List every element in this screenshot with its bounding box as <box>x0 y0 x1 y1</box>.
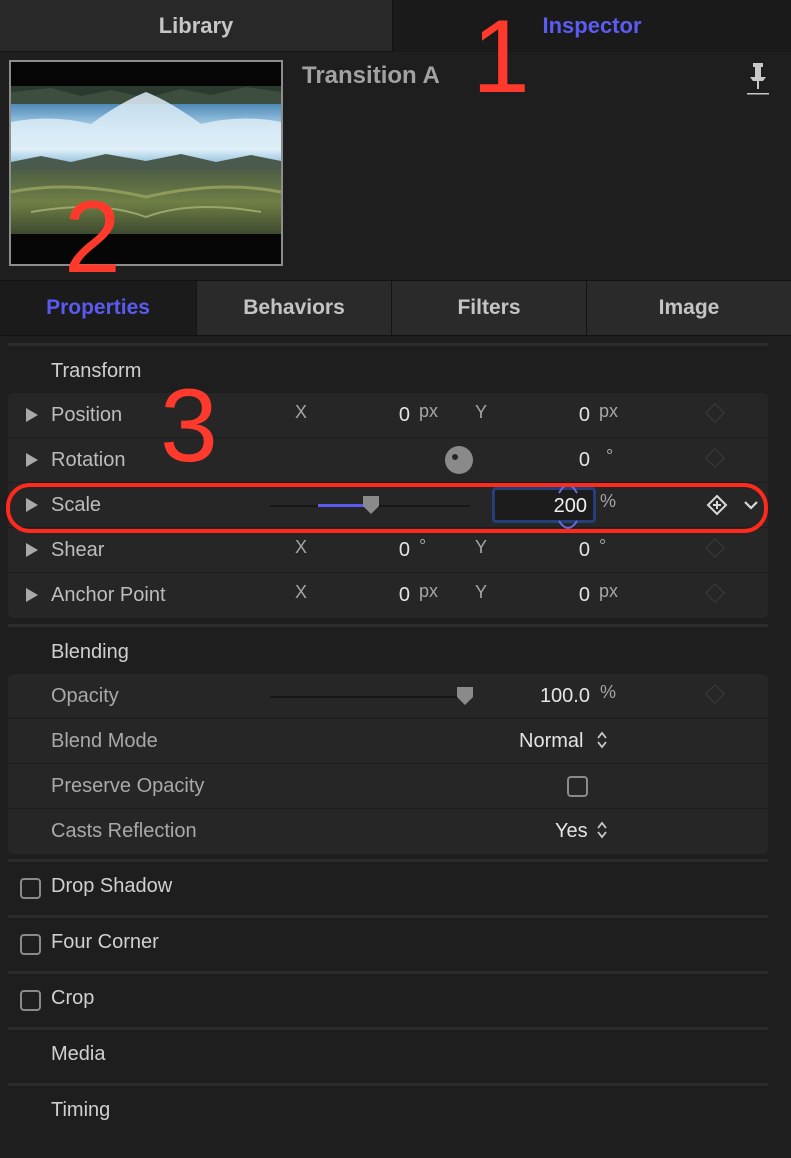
anchor-point-row: Anchor Point X 0 px Y 0 px <box>8 573 768 618</box>
opacity-unit: % <box>600 682 617 702</box>
keyframe-icon[interactable] <box>705 583 725 603</box>
preview-thumbnail <box>9 60 283 266</box>
blend-mode-select[interactable]: Normal <box>519 730 583 753</box>
annotation-number-2: 2 <box>64 180 121 294</box>
keyframe-icon[interactable] <box>705 403 725 423</box>
blend-mode-row: Blend Mode Normal <box>8 719 768 764</box>
disclosure-triangle-icon[interactable] <box>26 453 38 467</box>
top-tab-bar: Library Inspector <box>0 0 791 52</box>
preserve-opacity-label: Preserve Opacity <box>51 775 205 797</box>
position-x-label: X <box>295 402 308 422</box>
keyframe-icon[interactable] <box>705 538 725 558</box>
annotation-number-1: 1 <box>472 0 530 115</box>
drop-shadow-checkbox[interactable] <box>20 878 41 899</box>
shear-y-unit: ° <box>599 536 607 556</box>
anchor-y-unit: px <box>599 581 619 601</box>
scale-highlight-annotation <box>6 483 768 533</box>
shear-label: Shear <box>51 539 105 561</box>
opacity-slider[interactable] <box>270 696 470 698</box>
rotation-dial-icon[interactable] <box>444 445 474 475</box>
section-divider <box>8 343 768 346</box>
casts-reflection-row: Casts Reflection Yes <box>8 809 768 854</box>
shear-row: Shear X 0 ° Y 0 ° <box>8 528 768 573</box>
tab-behaviors[interactable]: Behaviors <box>196 281 391 335</box>
keyframe-icon[interactable] <box>705 684 725 704</box>
keyframe-icon[interactable] <box>705 448 725 468</box>
media-label: Media <box>51 1043 106 1065</box>
position-y-unit: px <box>599 401 619 421</box>
pin-icon[interactable] <box>747 61 769 95</box>
anchor-x-value[interactable]: 0 <box>330 584 410 607</box>
up-down-chevron-icon[interactable] <box>596 820 608 840</box>
anchor-point-label: Anchor Point <box>51 584 166 606</box>
disclosure-triangle-icon[interactable] <box>26 408 38 422</box>
four-corner-label: Four Corner <box>51 931 159 953</box>
shear-x-unit: ° <box>419 536 427 556</box>
blending-rows: Opacity 100.0 % Blend Mode Normal Preser… <box>8 674 768 854</box>
blend-mode-label: Blend Mode <box>51 730 158 752</box>
tab-inspector[interactable]: Inspector <box>392 0 791 52</box>
rotation-unit: ° <box>606 446 614 466</box>
position-y-value[interactable]: 0 <box>510 404 590 427</box>
crop-section[interactable]: Crop <box>0 974 791 1027</box>
shear-y-label: Y <box>475 537 488 557</box>
anchor-y-value[interactable]: 0 <box>510 584 590 607</box>
anchor-x-label: X <box>295 582 308 602</box>
rotation-value[interactable]: 0 <box>510 449 590 472</box>
crop-label: Crop <box>51 987 95 1009</box>
shear-y-value[interactable]: 0 <box>510 539 590 562</box>
timing-section[interactable]: Timing <box>0 1086 791 1139</box>
crop-checkbox[interactable] <box>20 990 41 1011</box>
drop-shadow-label: Drop Shadow <box>51 875 173 897</box>
position-label: Position <box>51 404 123 426</box>
opacity-value[interactable]: 100.0 <box>510 685 590 708</box>
four-corner-checkbox[interactable] <box>20 934 41 955</box>
disclosure-triangle-icon[interactable] <box>26 588 38 602</box>
tab-library[interactable]: Library <box>0 0 392 52</box>
position-y-label: Y <box>475 402 488 422</box>
shear-x-label: X <box>295 537 308 557</box>
rotation-label: Rotation <box>51 449 126 471</box>
preserve-opacity-checkbox[interactable] <box>567 776 588 797</box>
clip-title: Transition A <box>302 62 440 89</box>
tab-filters[interactable]: Filters <box>391 281 586 335</box>
up-down-chevron-icon[interactable] <box>596 730 608 750</box>
preserve-opacity-row: Preserve Opacity <box>8 764 768 809</box>
shear-x-value[interactable]: 0 <box>330 539 410 562</box>
casts-reflection-select[interactable]: Yes <box>555 820 588 843</box>
opacity-row: Opacity 100.0 % <box>8 674 768 719</box>
drop-shadow-section[interactable]: Drop Shadow <box>0 862 791 915</box>
position-row: Position X 0 px Y 0 px <box>8 393 768 438</box>
anchor-y-label: Y <box>475 582 488 602</box>
four-corner-section[interactable]: Four Corner <box>0 918 791 971</box>
tab-image[interactable]: Image <box>586 281 791 335</box>
opacity-slider-thumb[interactable] <box>456 686 474 706</box>
position-x-unit: px <box>419 401 439 421</box>
position-x-value[interactable]: 0 <box>330 404 410 427</box>
section-divider <box>8 624 768 627</box>
disclosure-triangle-icon[interactable] <box>26 543 38 557</box>
anchor-x-unit: px <box>419 581 439 601</box>
timing-label: Timing <box>51 1099 111 1121</box>
transform-header[interactable]: Transform <box>51 360 141 383</box>
annotation-number-3: 3 <box>160 368 218 484</box>
blending-header[interactable]: Blending <box>51 641 129 664</box>
rotation-row: Rotation 0 ° <box>8 438 768 483</box>
casts-reflection-label: Casts Reflection <box>51 820 197 842</box>
opacity-label: Opacity <box>51 685 119 707</box>
media-section[interactable]: Media <box>0 1030 791 1083</box>
